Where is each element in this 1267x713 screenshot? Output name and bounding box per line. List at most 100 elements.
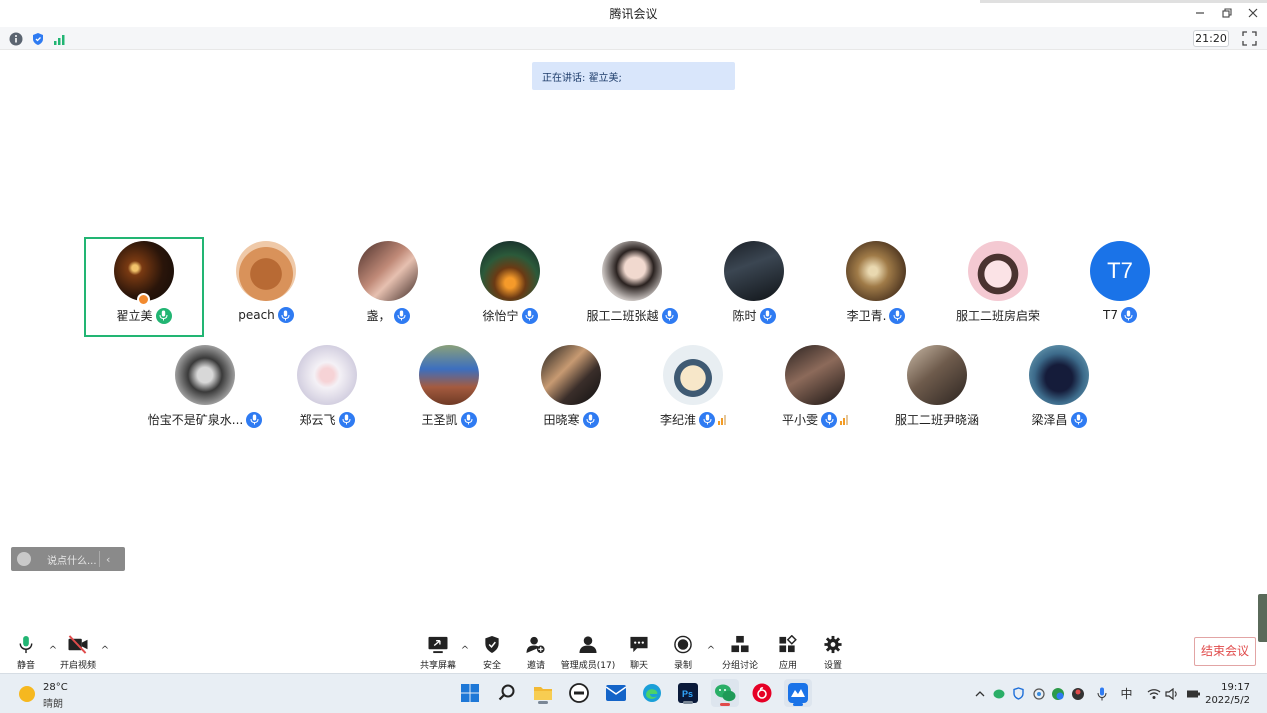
participant-namebar: 服工二班张越 (572, 307, 692, 324)
taskbar-tencent-meeting[interactable] (784, 679, 812, 707)
network-status-button[interactable] (52, 31, 67, 46)
restore-button[interactable] (1216, 3, 1238, 23)
participant-tile[interactable]: 李纪淮 (633, 341, 753, 441)
chevron-left-icon[interactable]: ‹ (106, 553, 110, 566)
participant-tile-active-speaker[interactable]: 翟立美 (84, 237, 204, 337)
participant-tile[interactable]: 李卫青. (816, 237, 936, 337)
share-screen-icon (428, 636, 448, 654)
manage-members-button[interactable]: 管理成员(17) (560, 635, 616, 671)
participant-namebar: 徐怡宁 (450, 307, 570, 324)
members-label: 管理成员(17) (560, 661, 616, 671)
share-screen-button[interactable]: 共享屏幕 (410, 635, 466, 671)
sun-icon[interactable] (19, 686, 35, 702)
side-panel-handle[interactable] (1258, 594, 1267, 642)
taskbar-wechat[interactable] (711, 679, 739, 707)
tray-360[interactable] (1050, 686, 1065, 701)
add-user-icon (526, 636, 545, 654)
close-button[interactable] (1242, 3, 1264, 23)
participant-tile[interactable]: 徐怡宁 (450, 237, 570, 337)
participant-tile[interactable]: 梁泽昌 (999, 341, 1119, 441)
taskbar-dell[interactable] (567, 681, 591, 705)
tray-volume[interactable] (1164, 686, 1179, 701)
mute-button[interactable]: 静音 (0, 635, 54, 671)
minimize-button[interactable] (1189, 3, 1211, 23)
tray-microphone[interactable] (1094, 686, 1109, 701)
microphone-icon (1097, 687, 1106, 700)
tray-cloud[interactable] (1031, 686, 1046, 701)
participant-tile[interactable]: 服工二班房启荣 (938, 237, 1058, 337)
participant-tile[interactable]: peach (206, 237, 326, 337)
participant-name: 服工二班房启荣 (955, 309, 1040, 323)
end-meeting-button[interactable]: 结束会议 (1194, 637, 1256, 666)
participant-tile[interactable]: 服工二班张越 (572, 237, 692, 337)
participant-name: T7 (1103, 308, 1118, 322)
participant-tile[interactable]: 陈时 (694, 237, 814, 337)
settings-button[interactable]: 设置 (805, 635, 861, 671)
participant-name: 陈时 (732, 309, 757, 323)
battery-plugged-icon (1187, 690, 1200, 697)
participant-name: 李卫青. (846, 309, 887, 323)
windows-logo-icon (461, 684, 479, 702)
tray-overflow-button[interactable] (972, 686, 987, 701)
mail-icon (606, 685, 626, 701)
weather-description[interactable]: 晴朗 (43, 695, 63, 710)
taskbar-edge[interactable] (640, 681, 664, 705)
fullscreen-button[interactable] (1242, 31, 1257, 46)
participant-name: peach (238, 308, 275, 322)
avatar (175, 345, 235, 405)
weather-temperature[interactable]: 28°C (43, 682, 68, 693)
avatar (968, 241, 1028, 301)
participant-name: 怡宝不是矿泉水... (147, 413, 244, 427)
speaker-icon (1164, 687, 1177, 700)
participant-name: 王圣凯 (421, 413, 458, 427)
tray-wechat[interactable] (991, 686, 1006, 701)
encryption-button[interactable] (30, 31, 45, 46)
tray-wifi[interactable] (1146, 686, 1161, 701)
participant-tile[interactable]: 平小雯 (755, 341, 875, 441)
participant-name: 服工二班张越 (586, 309, 659, 323)
shield-icon (485, 635, 499, 654)
tray-app-avatar[interactable] (1070, 686, 1085, 701)
shield-icon (1013, 687, 1024, 700)
chat-quick-input[interactable]: 说点什么... ‹ (11, 547, 125, 571)
participant-tile[interactable]: T7 T7 (1060, 237, 1180, 337)
start-button[interactable] (458, 681, 482, 705)
participant-tile[interactable]: 田晓寒 (511, 341, 631, 441)
avatar (602, 241, 662, 301)
video-options-caret[interactable]: ^ (100, 645, 110, 656)
tray-battery[interactable] (1186, 686, 1201, 701)
participant-tile[interactable]: 王圣凯 (389, 341, 509, 441)
participant-tile[interactable]: 盏， (328, 237, 448, 337)
taskbar-netease-music[interactable] (750, 681, 774, 705)
emoji-icon[interactable] (17, 552, 31, 566)
input-method-indicator[interactable]: 中 (1119, 686, 1134, 701)
participant-name: 郑云飞 (299, 413, 336, 427)
invite-label: 邀请 (526, 661, 545, 671)
tray-security[interactable] (1011, 686, 1026, 701)
participant-tile[interactable]: 郑云飞 (267, 341, 387, 441)
taskbar-clock-date[interactable]: 2022/5/2 (1205, 695, 1250, 706)
start-video-button[interactable]: 开启视频 (50, 635, 106, 671)
taskbar-clock-time[interactable]: 19:17 (1221, 682, 1250, 693)
participant-namebar: 李纪淮 (633, 411, 753, 428)
taskbar-file-explorer[interactable] (531, 681, 555, 705)
taskbar-mail[interactable] (604, 681, 628, 705)
taskbar-search[interactable] (495, 681, 519, 705)
microphone-icon (155, 307, 172, 324)
breakout-label: 分组讨论 (721, 661, 758, 671)
meeting-info-button[interactable] (8, 31, 23, 46)
gear-icon (824, 635, 842, 654)
taskbar-photoshop[interactable]: Ps (676, 681, 700, 705)
minimize-icon (1196, 12, 1204, 14)
invite-button[interactable]: 邀请 (508, 635, 564, 671)
participant-namebar: 服工二班房启荣 (938, 307, 1058, 324)
app-avatar-icon (1071, 687, 1084, 700)
signal-bars-icon (53, 34, 64, 45)
participant-tile[interactable]: 怡宝不是矿泉水... (145, 341, 265, 441)
participant-tile[interactable]: 服工二班尹晓涵 (877, 341, 997, 441)
microphone-icon (460, 411, 477, 428)
close-icon (1248, 8, 1258, 18)
avatar (114, 241, 174, 301)
avatar (297, 345, 357, 405)
record-button[interactable]: 录制 (655, 635, 711, 671)
